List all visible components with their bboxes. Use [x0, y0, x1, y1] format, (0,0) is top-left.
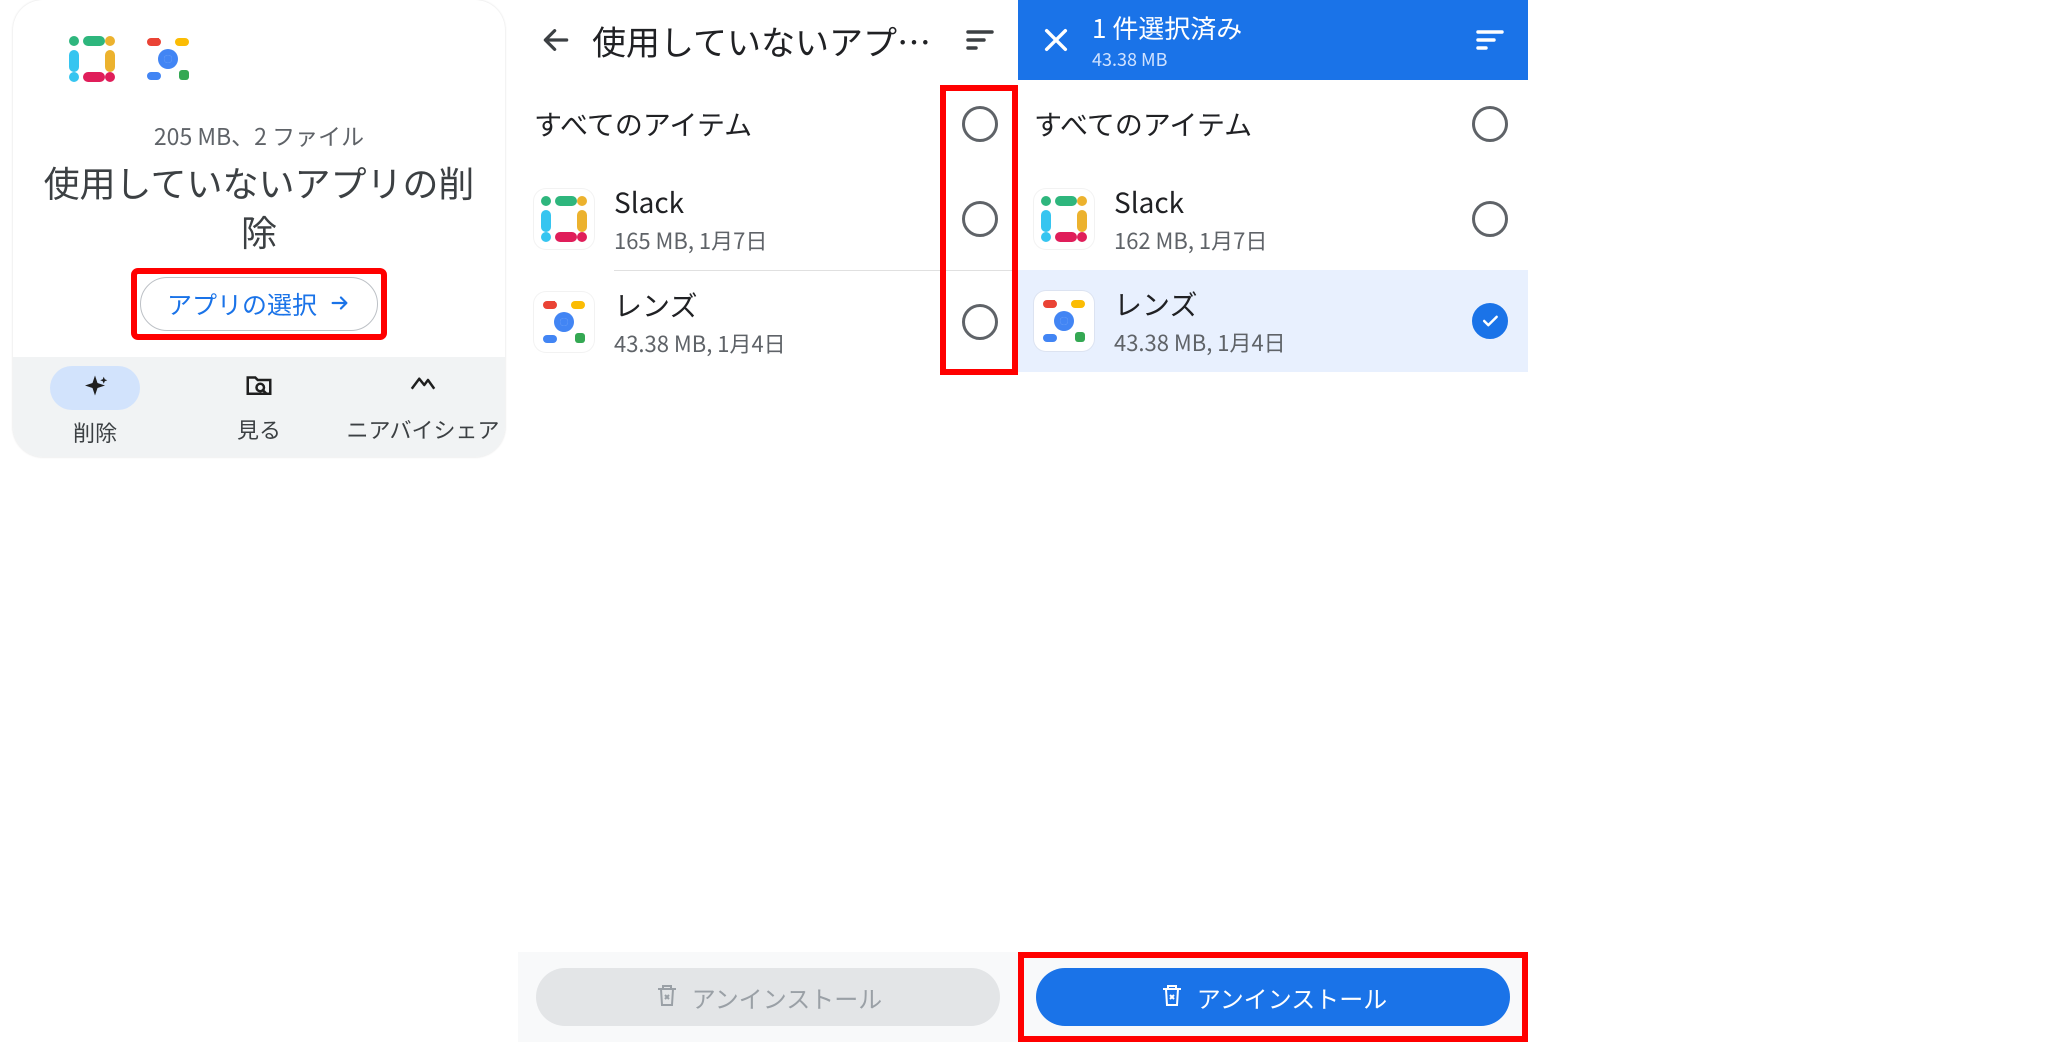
slack-icon — [63, 30, 121, 88]
app-name: Slack — [1114, 182, 1452, 222]
select-all-label: すべてのアイテム — [534, 104, 942, 144]
app-name: レンズ — [614, 285, 942, 325]
slack-icon — [1034, 189, 1094, 249]
lens-icon — [139, 30, 197, 88]
select-apps-button[interactable]: アプリの選択 — [140, 277, 378, 331]
bottom-bar: アンインストール — [518, 952, 1018, 1042]
cleanup-card: 205 MB、2 ファイル 使用していないアプリの削除 アプリの選択 — [13, 0, 505, 457]
back-button[interactable] — [528, 12, 584, 68]
nav-delete[interactable]: 削除 — [13, 366, 177, 448]
list-item[interactable]: Slack 162 MB, 1月7日 — [1018, 168, 1528, 270]
highlight-box: アプリの選択 — [134, 271, 384, 337]
trash-icon — [654, 980, 680, 1015]
app-sub: 162 MB, 1月7日 — [1114, 224, 1452, 256]
checkbox-empty-icon[interactable] — [1472, 106, 1508, 142]
bottom-nav: 削除 見る ニアバイシェア — [13, 357, 505, 457]
lens-icon — [534, 292, 594, 352]
panel-list-unselected: 使用していないアプ… すべてのアイテム Slack 165 MB, 1月7日 レ… — [518, 0, 1018, 1042]
lens-icon — [1034, 291, 1094, 351]
app-name: レンズ — [1114, 284, 1452, 324]
checkbox-empty-icon[interactable] — [1472, 201, 1508, 237]
card-title: 使用していないアプリの削除 — [33, 158, 485, 255]
uninstall-button[interactable]: アンインストール — [536, 968, 1000, 1026]
selection-subtitle: 43.38 MB — [1092, 46, 1454, 72]
highlight-box — [1018, 952, 1528, 1042]
panel-list-selected: 1 件選択済み 43.38 MB すべてのアイテム Slack 162 MB, … — [1018, 0, 1528, 1042]
slack-icon — [534, 189, 594, 249]
highlight-box — [940, 85, 1018, 375]
nav-browse[interactable]: 見る — [177, 370, 341, 445]
selection-title: 1 件選択済み — [1092, 9, 1454, 46]
nav-nearby-share[interactable]: ニアバイシェア — [341, 370, 505, 445]
select-apps-label: アプリの選択 — [167, 286, 317, 322]
close-button[interactable] — [1028, 12, 1084, 68]
list-item[interactable]: レンズ 43.38 MB, 1月4日 — [1018, 270, 1528, 372]
folder-search-icon — [244, 370, 274, 407]
arrow-right-icon — [329, 286, 351, 322]
panel-card: 205 MB、2 ファイル 使用していないアプリの削除 アプリの選択 — [0, 0, 518, 1042]
checkbox-checked-icon[interactable] — [1472, 303, 1508, 339]
app-name: Slack — [614, 182, 942, 222]
app-sub: 43.38 MB, 1月4日 — [1114, 326, 1452, 358]
nav-share-label: ニアバイシェア — [346, 413, 499, 445]
topbar: 使用していないアプ… — [518, 0, 1018, 80]
page-title: 使用していないアプ… — [592, 16, 944, 65]
sort-button[interactable] — [952, 12, 1008, 68]
app-sub: 43.38 MB, 1月4日 — [614, 327, 942, 359]
nav-delete-label: 削除 — [73, 416, 117, 448]
select-all-label: すべてのアイテム — [1034, 104, 1452, 144]
sparkle-icon — [50, 366, 140, 410]
nearby-share-icon — [408, 370, 438, 407]
selection-topbar: 1 件選択済み 43.38 MB — [1018, 0, 1528, 80]
select-all-row[interactable]: すべてのアイテム — [1018, 80, 1528, 168]
app-sub: 165 MB, 1月7日 — [614, 224, 942, 256]
uninstall-label: アンインストール — [692, 980, 883, 1015]
nav-browse-label: 見る — [237, 413, 281, 445]
sort-button[interactable] — [1462, 12, 1518, 68]
card-meta: 205 MB、2 ファイル — [33, 118, 485, 152]
